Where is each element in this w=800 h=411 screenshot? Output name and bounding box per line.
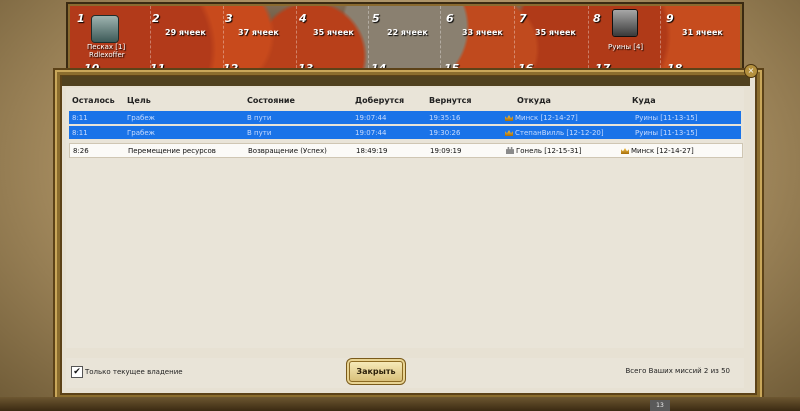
sector-cells: 35 ячеек <box>535 28 576 37</box>
cell-status: В пути <box>247 114 272 122</box>
sector-9[interactable]: 9 <box>666 12 674 25</box>
ruins-icon[interactable] <box>613 10 637 36</box>
to-label: Минск [12-14-27] <box>631 147 694 155</box>
cell-status: Возвращение (Успех) <box>248 147 327 155</box>
sector-cells: 22 ячеек <box>387 28 428 37</box>
checkbox-label[interactable]: Только текущее владение <box>85 368 183 376</box>
sector-1[interactable]: 1 <box>77 12 85 25</box>
location-label: Руины [4] <box>608 43 644 51</box>
col-to[interactable]: Куда <box>632 96 656 105</box>
crown-icon <box>505 130 513 136</box>
cell-from: СтепанВилль [12-12-20] <box>505 129 604 137</box>
crown-icon <box>505 115 513 121</box>
sector-divider <box>660 6 661 78</box>
table-header: Осталось Цель Состояние Доберутся Вернут… <box>66 94 744 108</box>
cell-goal: Перемещение ресурсов <box>128 147 216 155</box>
missions-panel: Осталось Цель Состояние Доберутся Вернут… <box>66 88 744 348</box>
cell-to: Руины [11-13-15] <box>635 114 698 122</box>
player-castle-icon[interactable] <box>92 16 118 42</box>
col-return[interactable]: Вернутся <box>429 96 472 105</box>
footer-bar: ✔ Только текущее владение Закрыть Всего … <box>66 358 744 388</box>
col-arrive[interactable]: Доберутся <box>355 96 404 105</box>
cell-remaining: 8:11 <box>72 129 88 137</box>
sector-divider <box>514 6 515 78</box>
sector-divider <box>368 6 369 78</box>
table-row[interactable]: 8:11 Грабеж В пути 19:07:44 19:35:16 Мин… <box>69 111 741 124</box>
close-button[interactable]: Закрыть <box>349 361 403 382</box>
window-header-bar <box>62 76 750 86</box>
sector-7[interactable]: 7 <box>519 12 527 25</box>
missions-total: Всего Ваших миссий 2 из 50 <box>625 367 731 375</box>
cell-status: В пути <box>247 129 272 137</box>
cell-return: 19:30:26 <box>429 129 461 137</box>
cell-return: 19:35:16 <box>429 114 461 122</box>
sector-8[interactable]: 8 <box>593 12 601 25</box>
sector-divider <box>588 6 589 78</box>
sector-cells: 29 ячеек <box>165 28 206 37</box>
sector-3[interactable]: 3 <box>225 12 233 25</box>
cell-to: Руины [11-13-15] <box>635 129 698 137</box>
tower-icon <box>506 147 514 154</box>
cell-to: Минск [12-14-27] <box>621 147 694 155</box>
sector-divider <box>440 6 441 78</box>
table-row[interactable]: 8:11 Грабеж В пути 19:07:44 19:30:26 Сте… <box>69 126 741 139</box>
cell-return: 19:09:19 <box>430 147 462 155</box>
owner-label: Rdlexoffer <box>89 51 125 59</box>
from-label: СтепанВилль [12-12-20] <box>515 129 604 137</box>
cell-remaining: 8:26 <box>73 147 89 155</box>
sector-cells: 33 ячеек <box>462 28 503 37</box>
sector-4[interactable]: 4 <box>299 12 307 25</box>
table-row[interactable]: 8:26 Перемещение ресурсов Возвращение (У… <box>69 143 743 158</box>
sector-cells: 37 ячеек <box>238 28 279 37</box>
col-status[interactable]: Состояние <box>247 96 295 105</box>
bottom-tab[interactable]: 13 <box>650 400 670 411</box>
current-holding-checkbox[interactable]: ✔ <box>71 366 83 378</box>
sector-2[interactable]: 2 <box>152 12 160 25</box>
cell-arrive: 19:07:44 <box>355 129 387 137</box>
location-label: Песках [1] <box>87 43 126 51</box>
col-remaining[interactable]: Осталось <box>72 96 115 105</box>
map-strip[interactable]: 1 2 3 4 5 6 7 8 9 10 11 12 13 14 15 16 1… <box>68 4 742 80</box>
sector-6[interactable]: 6 <box>446 12 454 25</box>
sector-divider <box>296 6 297 78</box>
bottom-ornament <box>0 397 800 411</box>
sector-cells: 35 ячеек <box>313 28 354 37</box>
from-label: Минск [12-14-27] <box>515 114 578 122</box>
close-icon[interactable]: × <box>744 64 758 78</box>
cell-from: Минск [12-14-27] <box>505 114 578 122</box>
cell-from: Гонель [12-15-31] <box>506 147 582 155</box>
crown-icon <box>621 148 629 154</box>
cell-goal: Грабеж <box>127 129 155 137</box>
sector-cells: 31 ячеек <box>682 28 723 37</box>
col-goal[interactable]: Цель <box>127 96 151 105</box>
cell-goal: Грабеж <box>127 114 155 122</box>
col-from[interactable]: Откуда <box>517 96 551 105</box>
cell-arrive: 19:07:44 <box>355 114 387 122</box>
sector-5[interactable]: 5 <box>372 12 380 25</box>
cell-remaining: 8:11 <box>72 114 88 122</box>
from-label: Гонель [12-15-31] <box>516 147 582 155</box>
cell-arrive: 18:49:19 <box>356 147 388 155</box>
